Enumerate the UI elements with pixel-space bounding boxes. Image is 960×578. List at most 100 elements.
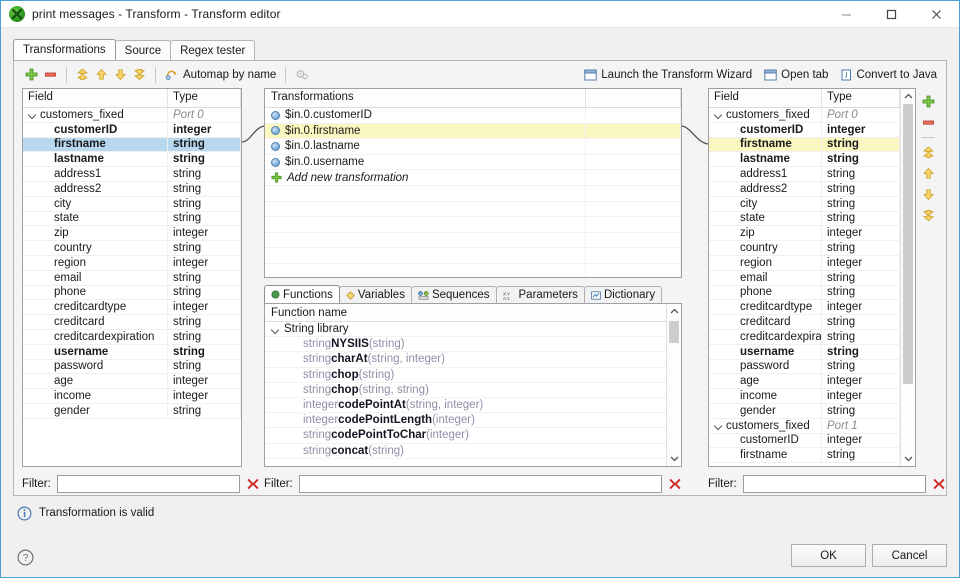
library-filter-input[interactable]: [298, 474, 662, 493]
table-row[interactable]: customers_fixed Port 1: [709, 418, 900, 434]
table-row[interactable]: address2 string: [23, 181, 241, 197]
table-row[interactable]: city string: [23, 196, 241, 212]
tab-sequences[interactable]: Sequences: [410, 286, 497, 303]
move-up-button[interactable]: [92, 64, 111, 85]
open-tab-button[interactable]: Open tab: [761, 64, 831, 85]
transformations-grid[interactable]: Transformations $in.0.customerID $in.0.fi…: [264, 88, 682, 278]
table-row[interactable]: zip integer: [709, 226, 900, 242]
table-row[interactable]: password string: [23, 359, 241, 375]
tab-source[interactable]: Source: [114, 40, 172, 60]
transformation-row[interactable]: $in.0.username: [265, 154, 681, 171]
table-row[interactable]: password string: [709, 359, 900, 375]
transformation-row[interactable]: $in.0.lastname: [265, 139, 681, 155]
column-header-field[interactable]: Field: [709, 89, 822, 107]
tab-transformations[interactable]: Transformations: [13, 39, 116, 60]
table-row[interactable]: address2 string: [709, 181, 900, 197]
table-row[interactable]: country string: [23, 241, 241, 256]
table-row[interactable]: customerID integer: [709, 122, 900, 138]
column-header-extra[interactable]: [586, 89, 681, 107]
table-row[interactable]: customerID integer: [709, 433, 900, 449]
column-header-type[interactable]: Type: [822, 89, 900, 107]
clear-x-icon[interactable]: [668, 477, 682, 491]
table-row[interactable]: creditcard string: [709, 315, 900, 330]
table-row[interactable]: region integer: [23, 255, 241, 271]
launch-transform-wizard-button[interactable]: Launch the Transform Wizard: [581, 64, 755, 85]
settings-button[interactable]: [292, 64, 312, 85]
function-row[interactable]: string chop (string, string): [265, 383, 665, 398]
output-move-to-bottom-button[interactable]: [919, 207, 937, 224]
automap-by-name-button[interactable]: Automap by name: [162, 64, 279, 85]
table-row[interactable]: city string: [709, 196, 900, 212]
table-row[interactable]: customerID integer: [23, 122, 241, 138]
table-row[interactable]: age integer: [23, 374, 241, 390]
table-row[interactable]: gender string: [23, 403, 241, 419]
table-row[interactable]: address1 string: [709, 167, 900, 182]
add-new-transformation-row[interactable]: Add new transformation: [265, 170, 681, 186]
table-row[interactable]: email string: [23, 270, 241, 286]
output-move-to-top-button[interactable]: [919, 144, 937, 161]
output-list-scrollbar[interactable]: [900, 89, 915, 466]
table-row[interactable]: address1 string: [23, 167, 241, 182]
table-row[interactable]: age integer: [709, 374, 900, 390]
chevron-down-icon[interactable]: [714, 110, 723, 119]
cancel-button[interactable]: Cancel: [872, 544, 947, 567]
table-row[interactable]: username string: [23, 344, 241, 360]
add-mapping-button[interactable]: [22, 64, 41, 85]
scroll-down-icon[interactable]: [667, 451, 681, 466]
chevron-down-icon[interactable]: [28, 110, 37, 119]
column-header-type[interactable]: Type: [168, 89, 241, 107]
output-remove-button[interactable]: [919, 114, 937, 131]
output-move-down-button[interactable]: [919, 186, 937, 203]
table-row[interactable]: creditcardtype integer: [709, 300, 900, 316]
move-down-button[interactable]: [111, 64, 130, 85]
tab-parameters[interactable]: X:Y A:1 Parameters: [495, 286, 585, 303]
table-row[interactable]: firstname string: [23, 137, 241, 153]
table-row[interactable]: firstname string: [709, 137, 900, 153]
output-add-button[interactable]: [919, 93, 937, 110]
table-row[interactable]: region integer: [709, 255, 900, 271]
scrollbar-thumb[interactable]: [903, 104, 913, 384]
move-to-top-button[interactable]: [73, 64, 92, 85]
table-row[interactable]: phone string: [23, 285, 241, 301]
function-library-group[interactable]: String library: [265, 322, 665, 338]
function-row[interactable]: string charAt (string, integer): [265, 352, 665, 368]
table-row[interactable]: income integer: [709, 389, 900, 404]
table-row[interactable]: email string: [709, 270, 900, 286]
table-row[interactable]: gender string: [709, 403, 900, 419]
table-row[interactable]: creditcardexpiration string: [23, 329, 241, 345]
convert-to-java-button[interactable]: J Convert to Java: [837, 64, 940, 85]
scroll-down-icon[interactable]: [901, 451, 915, 466]
function-name-header[interactable]: Function name: [265, 304, 681, 322]
move-to-bottom-button[interactable]: [130, 64, 149, 85]
tab-dictionary[interactable]: Dictionary: [583, 286, 663, 303]
scroll-up-icon[interactable]: [667, 304, 681, 319]
function-library-grid[interactable]: Function name String library string NYSII…: [264, 303, 682, 467]
function-row[interactable]: string codePointToChar (integer): [265, 428, 665, 444]
transformation-row[interactable]: $in.0.customerID: [265, 108, 681, 124]
remove-mapping-button[interactable]: [41, 64, 60, 85]
table-row[interactable]: creditcardtype integer: [23, 300, 241, 316]
input-fields-grid[interactable]: Field Type customers_fixed Port 0 customer…: [22, 88, 242, 467]
scrollbar-track[interactable]: [901, 104, 915, 451]
table-row[interactable]: phone string: [709, 285, 900, 301]
maximize-icon[interactable]: [869, 1, 914, 27]
output-move-up-button[interactable]: [919, 165, 937, 182]
chevron-down-icon[interactable]: [714, 421, 723, 430]
table-row[interactable]: lastname string: [709, 152, 900, 168]
function-row[interactable]: string concat (string): [265, 444, 665, 459]
table-row[interactable]: creditcard string: [23, 315, 241, 330]
close-icon[interactable]: [914, 1, 959, 27]
table-row[interactable]: customers_fixed Port 0: [23, 108, 241, 123]
function-list-scrollbar[interactable]: [666, 304, 681, 466]
scroll-up-icon[interactable]: [901, 89, 915, 104]
table-row[interactable]: creditcardexpiratiostring: [709, 329, 900, 345]
function-row[interactable]: integer codePointLength (integer): [265, 413, 665, 429]
table-row[interactable]: customers_fixed Port 0: [709, 108, 900, 123]
table-row[interactable]: income integer: [23, 389, 241, 404]
tab-functions[interactable]: Functions: [264, 285, 340, 303]
help-icon[interactable]: ?: [17, 549, 34, 566]
table-row[interactable]: zip integer: [23, 226, 241, 242]
scrollbar-thumb[interactable]: [669, 321, 679, 343]
table-row[interactable]: username string: [709, 344, 900, 360]
scrollbar-track[interactable]: [667, 319, 681, 451]
